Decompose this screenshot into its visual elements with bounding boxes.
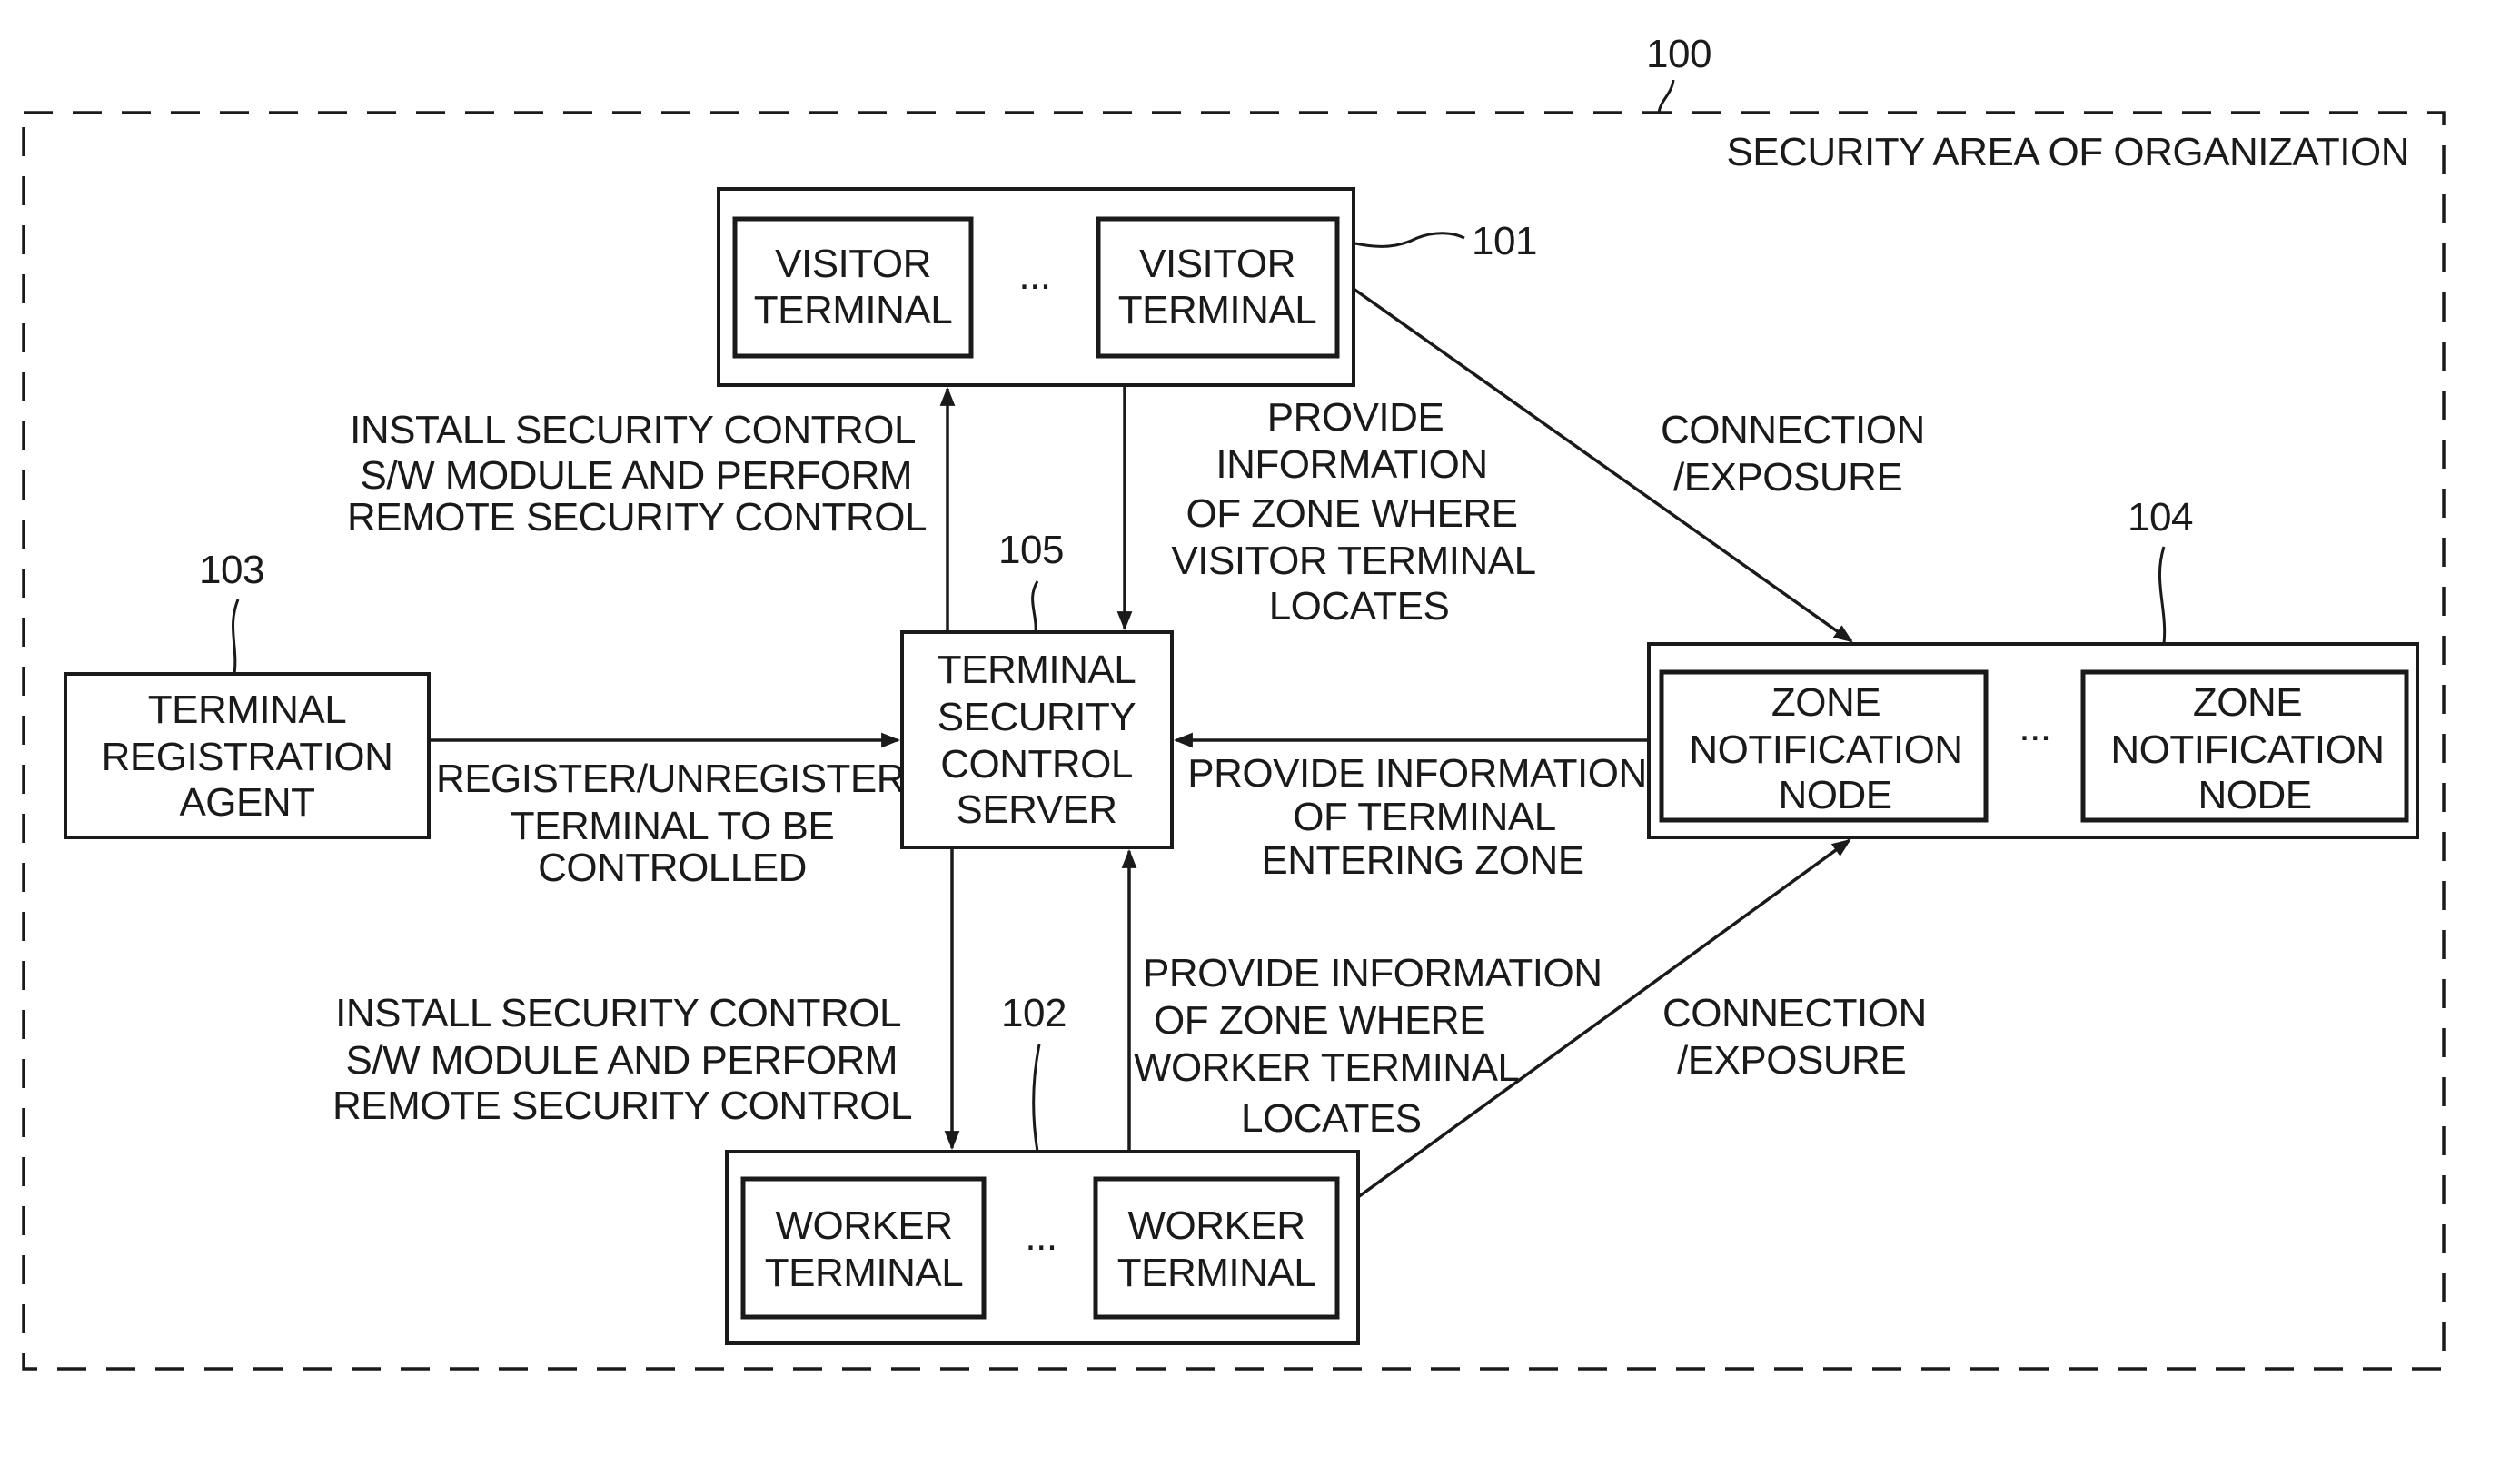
box-label-line: PROVIDE INFORMATION [1187, 751, 1646, 796]
box-label-line: REGISTER/UNREGISTER [436, 757, 905, 801]
ref-label-100: 100 [1646, 32, 1711, 76]
terminal-security-control-server: TERMINAL SECURITY CONTROL SERVER [900, 630, 1174, 849]
box-label-line: CONTROLLED [538, 846, 807, 890]
label-install-visitor: INSTALL SECURITY CONTROL S/W MODULE AND … [347, 408, 928, 539]
leader-102 [1032, 1044, 1041, 1153]
label-zone-entering-info: PROVIDE INFORMATION OF TERMINAL ENTERING… [1187, 751, 1647, 883]
box-label-line: S/W MODULE AND PERFORM [346, 1038, 898, 1083]
box-label-line: ENTERING ZONE [1261, 838, 1583, 883]
ref-label-105: 105 [998, 528, 1064, 572]
ref-label-102: 102 [1001, 991, 1067, 1035]
box-label-line: NODE [1778, 773, 1891, 817]
label-register: REGISTER/UNREGISTER TERMINAL TO BE CONTR… [436, 757, 906, 890]
security-area-label: SECURITY AREA OF ORGANIZATION [1726, 130, 2409, 174]
label-visitor-zone-info: PROVIDE INFORMATION OF ZONE WHERE VISITO… [1171, 395, 1536, 629]
visitor-terminal: VISITOR TERMINAL [732, 216, 974, 359]
label-install-worker: INSTALL SECURITY CONTROL S/W MODULE AND … [332, 991, 913, 1128]
box-label-line: INSTALL SECURITY CONTROL [350, 408, 916, 452]
box-label-line: TERMINAL TO BE [511, 804, 835, 848]
worker-terminal: WORKER TERMINAL [740, 1176, 987, 1320]
box-label-line: NODE [2198, 773, 2311, 817]
box-label-line: VISITOR TERMINAL [1171, 539, 1535, 583]
box-label-line: NOTIFICATION [2110, 728, 2384, 772]
box-label-line: TERMINAL [1117, 1251, 1316, 1295]
zone-notification-node: ZONE NOTIFICATION NODE [1659, 669, 1989, 823]
box-label-line: TERMINAL [1118, 288, 1317, 332]
box-label-line: REMOTE SECURITY CONTROL [332, 1084, 912, 1128]
box-label-line: OF TERMINAL [1293, 795, 1556, 839]
box-label-line: LOCATES [1269, 584, 1450, 629]
leader-104 [2158, 546, 2167, 645]
box-label-line: PROVIDE INFORMATION [1143, 951, 1602, 995]
box-label-line: NOTIFICATION [1689, 728, 1962, 772]
box-label-line: TERMINAL [765, 1251, 964, 1295]
box-label-line: WORKER [776, 1203, 953, 1248]
box-label-line: CONNECTION [1662, 991, 1927, 1035]
box-label-line: OF ZONE WHERE [1154, 998, 1485, 1043]
box-label-line: REGISTRATION [102, 735, 393, 779]
box-label-line: OF ZONE WHERE [1186, 491, 1517, 536]
box-label-line: CONNECTION [1661, 408, 1925, 452]
box-label-line: CONTROL [940, 742, 1133, 787]
box-label-line: TERMINAL [148, 688, 347, 732]
worker-terminal: WORKER TERMINAL [1093, 1176, 1340, 1320]
box-label-line: ZONE [1771, 680, 1880, 725]
box-label-line: VISITOR [775, 242, 931, 286]
box-label-line: AGENT [179, 780, 314, 825]
worker-terminal-group: WORKER TERMINAL ... WORKER TERMINAL [725, 1150, 1360, 1345]
box-label-line: VISITOR [1139, 242, 1295, 286]
box-label-line: TERMINAL [754, 288, 953, 332]
leader-105 [1031, 580, 1039, 633]
leader-103 [232, 599, 240, 675]
box-label-line: REMOTE SECURITY CONTROL [347, 495, 927, 539]
box-label-line: LOCATES [1241, 1096, 1422, 1141]
label-worker-connection: CONNECTION /EXPOSURE [1662, 991, 1927, 1083]
box-label-line: INSTALL SECURITY CONTROL [335, 991, 901, 1035]
visitor-terminal-group: VISITOR TERMINAL ... VISITOR TERMINAL [717, 187, 1355, 387]
box-label-line: PROVIDE [1267, 395, 1444, 440]
box-label-line: SECURITY [938, 695, 1136, 739]
box-label-line: INFORMATION [1215, 442, 1487, 487]
zone-notification-node-group: ZONE NOTIFICATION NODE ... ZONE NOTIFICA… [1647, 642, 2419, 839]
terminal-registration-agent: TERMINAL REGISTRATION AGENT [64, 672, 431, 839]
box-label-line: ZONE [2193, 680, 2302, 725]
ref-label-103: 103 [199, 548, 264, 592]
box-label-line: WORKER [1128, 1203, 1305, 1248]
box-label-line: S/W MODULE AND PERFORM [361, 453, 913, 498]
ref-label-104: 104 [2128, 495, 2193, 539]
ellipsis: ... [1018, 253, 1050, 298]
box-label-line: TERMINAL [938, 648, 1136, 692]
box-label-line: /EXPOSURE [1677, 1038, 1906, 1083]
zone-notification-node: ZONE NOTIFICATION NODE [2080, 669, 2409, 823]
security-control-diagram: 100 SECURITY AREA OF ORGANIZATION VISITO… [22, 32, 2446, 1371]
box-label-line: /EXPOSURE [1673, 455, 1902, 500]
ref-label-101: 101 [1472, 219, 1537, 263]
label-visitor-connection: CONNECTION /EXPOSURE [1661, 408, 1925, 500]
label-worker-zone-info: PROVIDE INFORMATION OF ZONE WHERE WORKER… [1134, 951, 1602, 1141]
box-label-line: WORKER TERMINAL [1134, 1045, 1519, 1090]
leader-100 [1657, 79, 1675, 114]
ellipsis: ... [2019, 705, 2050, 749]
inner-box [1093, 1176, 1340, 1320]
leader-101 [1354, 232, 1465, 248]
inner-box [740, 1176, 987, 1320]
visitor-terminal: VISITOR TERMINAL [1096, 216, 1340, 359]
ellipsis: ... [1025, 1214, 1057, 1259]
box-label-line: SERVER [956, 787, 1116, 832]
